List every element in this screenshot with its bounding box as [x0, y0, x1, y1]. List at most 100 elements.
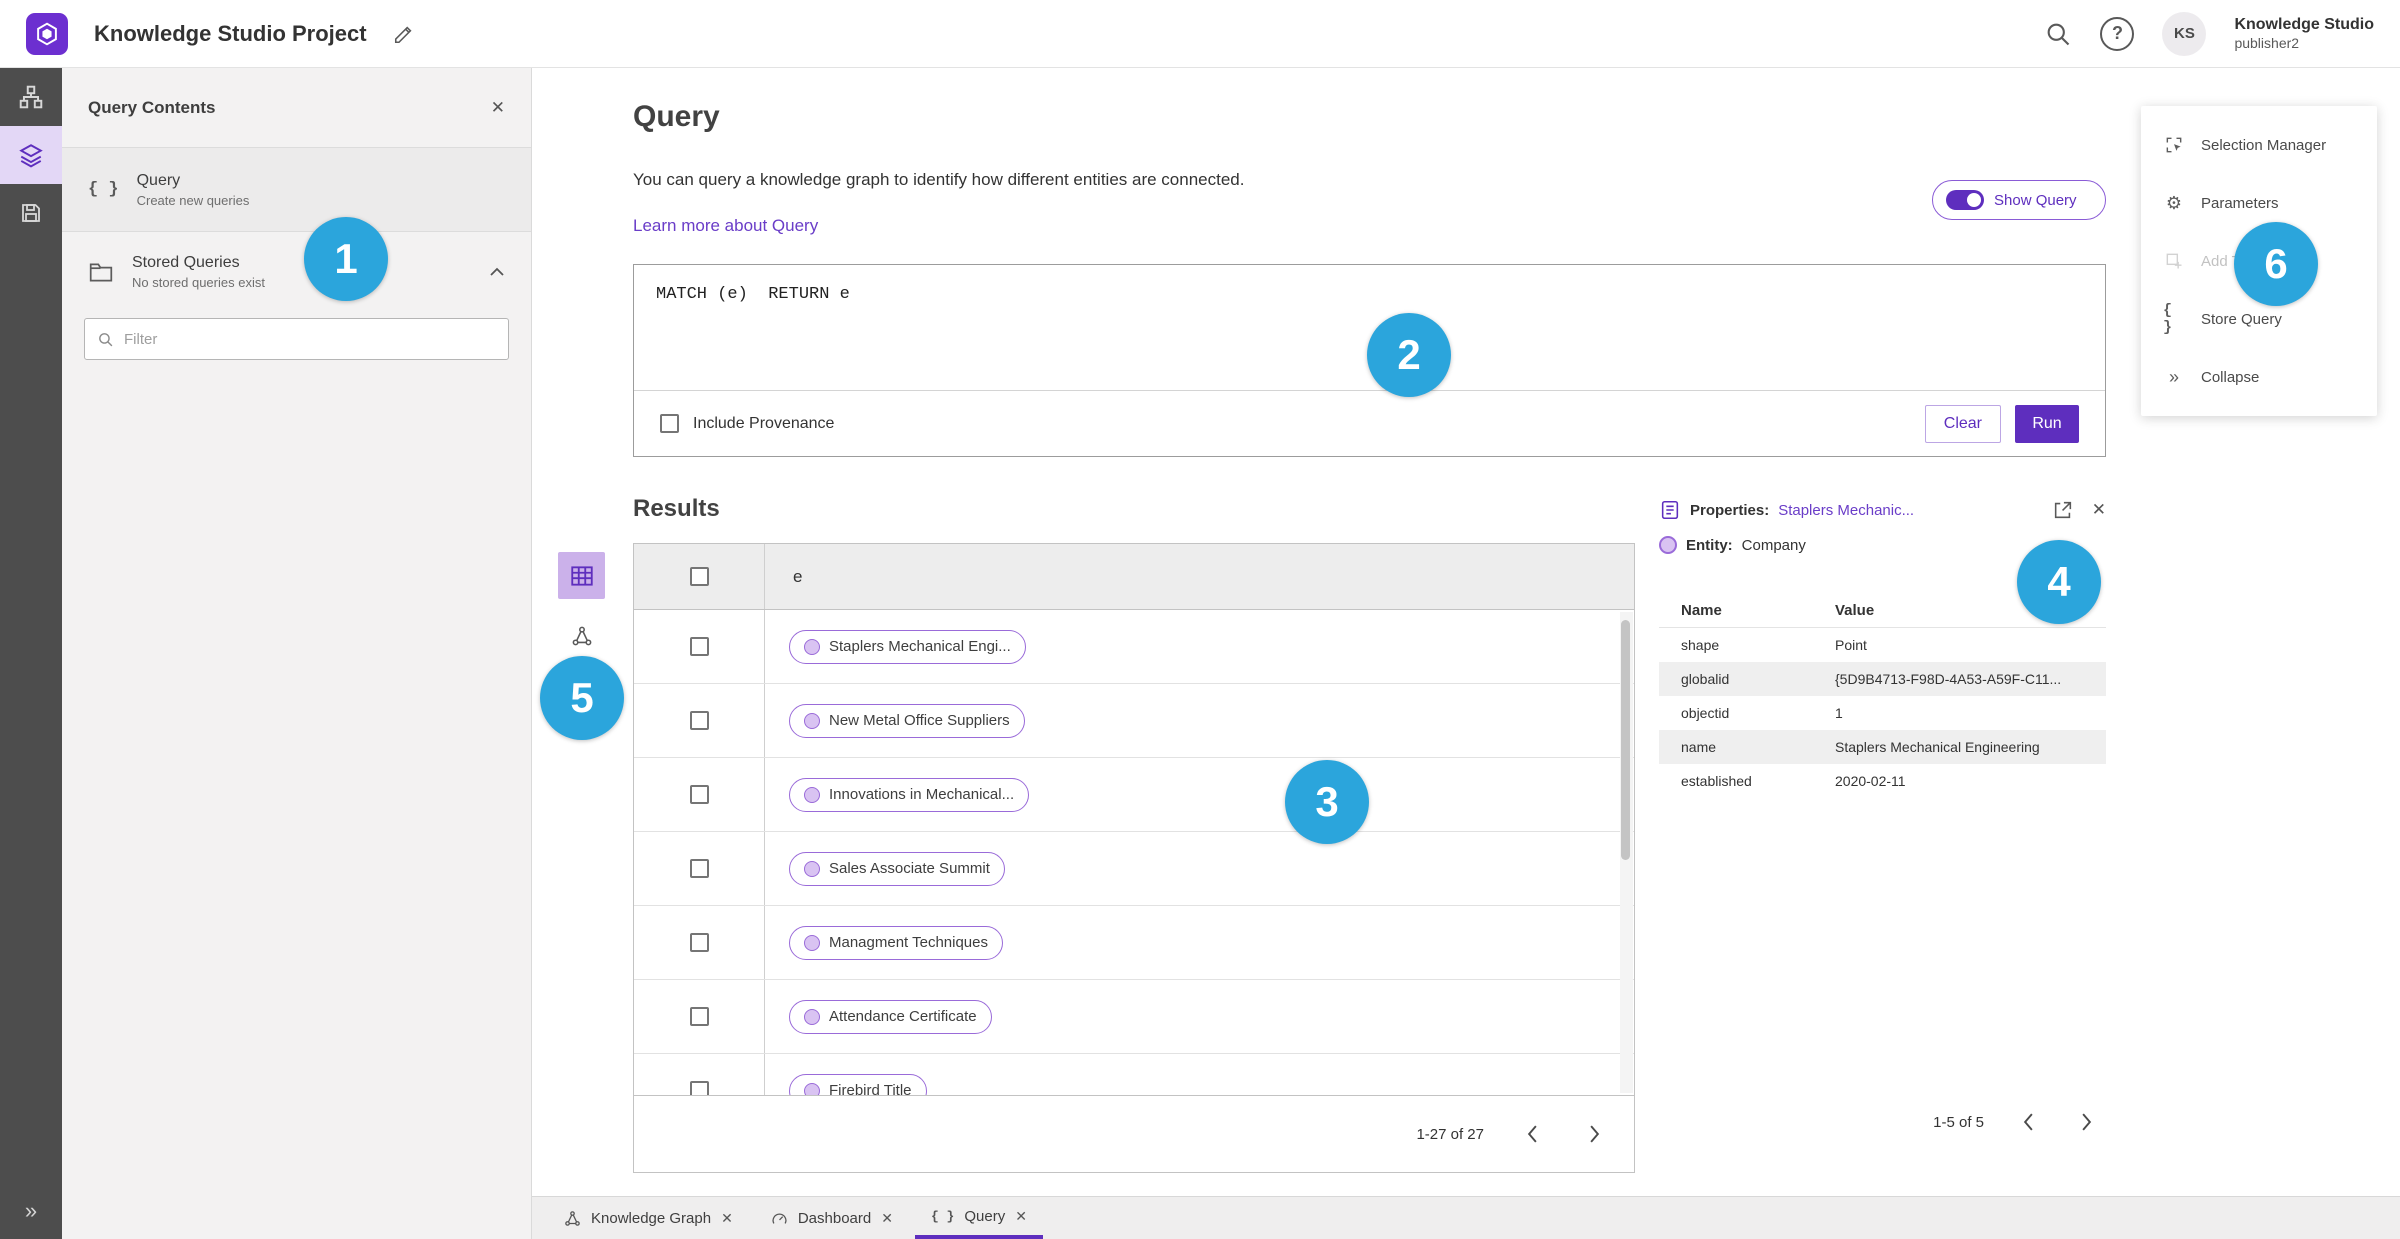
query-text-input[interactable]: MATCH (e) RETURN e [634, 265, 2105, 324]
query-contents-panel: Query Contents ✕ { } Query Create new qu… [62, 68, 532, 1239]
properties-page-range: 1-5 of 5 [1933, 1113, 1984, 1131]
filter-input[interactable] [124, 330, 496, 348]
close-tab-icon[interactable]: ✕ [1015, 1208, 1027, 1225]
include-provenance-checkbox[interactable] [660, 414, 679, 433]
rail-save-button[interactable] [0, 184, 62, 242]
results-scrollbar-thumb[interactable] [1621, 620, 1630, 860]
row-checkbox[interactable] [689, 1081, 709, 1095]
rail-hierarchy-button[interactable] [0, 68, 62, 126]
avatar[interactable]: KS [2162, 11, 2207, 56]
braces-icon: { } [930, 1208, 955, 1224]
app-logo[interactable] [26, 12, 68, 55]
table-row: Staplers Mechanical Engi... [634, 610, 1634, 684]
results-table-body: Staplers Mechanical Engi... New Metal Of… [634, 610, 1634, 1095]
query-description: You can query a knowledge graph to ident… [633, 170, 1245, 189]
entity-pill[interactable]: Managment Techniques [789, 925, 1003, 960]
entity-pill-label: Innovations in Mechanical... [829, 786, 1015, 803]
entity-pill-label: Managment Techniques [829, 934, 988, 951]
results-scrollbar[interactable] [1620, 612, 1633, 1093]
stored-queries-sub: No stored queries exist [132, 275, 265, 290]
properties-table: Name Value shape Point globalid {5D9B471… [1659, 594, 2106, 798]
table-view-button[interactable] [558, 552, 605, 599]
results-table-header: e [634, 544, 1634, 610]
rail-layers-button[interactable] [0, 126, 62, 184]
selection-manager-item[interactable]: Selection Manager [2141, 116, 2377, 174]
gear-icon: ⚙ [2165, 192, 2183, 213]
row-checkbox[interactable] [689, 711, 709, 730]
row-checkbox[interactable] [689, 933, 709, 952]
property-row: established 2020-02-11 [1659, 764, 2106, 798]
account-name: Knowledge Studio [2234, 15, 2374, 33]
properties-entity-link[interactable]: Staplers Mechanic... [1778, 502, 1914, 519]
add-to-selection-icon[interactable] [2052, 499, 2074, 521]
close-tab-icon[interactable]: ✕ [721, 1210, 733, 1227]
page-title: Query [633, 100, 720, 133]
menu-item-label: Parameters [2201, 194, 2279, 212]
select-all-checkbox[interactable] [689, 567, 709, 586]
menu-item-label: Store Query [2201, 310, 2282, 328]
row-checkbox[interactable] [689, 637, 709, 656]
row-checkbox[interactable] [689, 1007, 709, 1026]
panel-header: Query Contents ✕ [62, 68, 531, 148]
expand-rail-button[interactable]: » [0, 1191, 62, 1231]
header-checkbox-cell [634, 544, 765, 609]
query-editor-footer: Include Provenance Clear Run [634, 390, 2105, 456]
property-value: Point [1835, 637, 1867, 653]
property-name: objectid [1681, 705, 1730, 721]
close-panel-icon[interactable]: ✕ [491, 98, 505, 118]
tab-label: Dashboard [797, 1209, 872, 1227]
results-title: Results [633, 495, 720, 522]
braces-icon: { } [88, 180, 119, 199]
query-item[interactable]: { } Query Create new queries [62, 148, 531, 232]
clear-button[interactable]: Clear [1924, 404, 2001, 443]
table-row: Innovations in Mechanical... [634, 758, 1634, 832]
tab-label: Knowledge Graph [591, 1209, 712, 1227]
learn-more-link[interactable]: Learn more about Query [633, 216, 818, 236]
knowledge-graph-icon [564, 1210, 581, 1227]
property-name: name [1681, 739, 1717, 755]
edit-title-icon[interactable] [393, 23, 415, 45]
query-item-label: Query [136, 171, 181, 189]
entity-pill[interactable]: Staplers Mechanical Engi... [789, 629, 1026, 664]
graph-view-button[interactable] [568, 622, 596, 650]
braces-icon: { } [2163, 302, 2173, 336]
toggle-switch[interactable] [1946, 190, 1984, 210]
entity-dot-icon [804, 1008, 820, 1025]
search-icon[interactable] [2044, 20, 2072, 48]
hierarchy-icon [19, 85, 43, 109]
tab-dashboard[interactable]: Dashboard ✕ [755, 1197, 909, 1239]
help-icon[interactable]: ? [2100, 16, 2135, 51]
tab-query[interactable]: { } Query ✕ [914, 1197, 1043, 1239]
folder-icon [89, 263, 113, 282]
parameters-item[interactable]: ⚙ Parameters [2141, 174, 2377, 232]
entity-row: Entity: Company [1659, 536, 1806, 554]
entity-pill[interactable]: Attendance Certificate [789, 999, 992, 1034]
table-row: Firebird Title [634, 1054, 1634, 1095]
properties-next-page-button[interactable] [2072, 1108, 2100, 1136]
bottom-tab-bar: Knowledge Graph ✕ Dashboard ✕ { } Query … [532, 1196, 2400, 1239]
properties-actions: ✕ [2052, 499, 2106, 521]
close-tab-icon[interactable]: ✕ [881, 1210, 893, 1227]
save-icon [22, 204, 40, 222]
entity-type-dot-icon [1659, 536, 1677, 554]
row-checkbox[interactable] [689, 859, 709, 878]
filter-field[interactable] [84, 318, 509, 360]
entity-pill[interactable]: Sales Associate Summit [789, 851, 1005, 886]
properties-prev-page-button[interactable] [2014, 1108, 2042, 1136]
collapse-stored-queries-icon[interactable] [489, 267, 505, 277]
entity-pill[interactable]: Innovations in Mechanical... [789, 777, 1030, 812]
show-query-toggle[interactable]: Show Query [1932, 180, 2106, 220]
annotation-1: 1 [304, 217, 388, 301]
close-properties-icon[interactable]: ✕ [2092, 500, 2106, 520]
results-next-page-button[interactable] [1580, 1120, 1608, 1148]
entity-pill[interactable]: Firebird Title [789, 1073, 927, 1095]
collapse-item[interactable]: » Collapse [2141, 348, 2377, 406]
tab-knowledge-graph[interactable]: Knowledge Graph ✕ [548, 1197, 749, 1239]
row-checkbox[interactable] [689, 785, 709, 804]
show-query-label: Show Query [1994, 191, 2077, 209]
results-prev-page-button[interactable] [1518, 1120, 1546, 1148]
run-button[interactable]: Run [2015, 404, 2079, 443]
stored-queries-item[interactable]: Stored Queries No stored queries exist [62, 232, 531, 312]
property-row: globalid {5D9B4713-F98D-4A53-A59F-C11... [1659, 662, 2106, 696]
entity-pill[interactable]: New Metal Office Suppliers [789, 703, 1025, 738]
